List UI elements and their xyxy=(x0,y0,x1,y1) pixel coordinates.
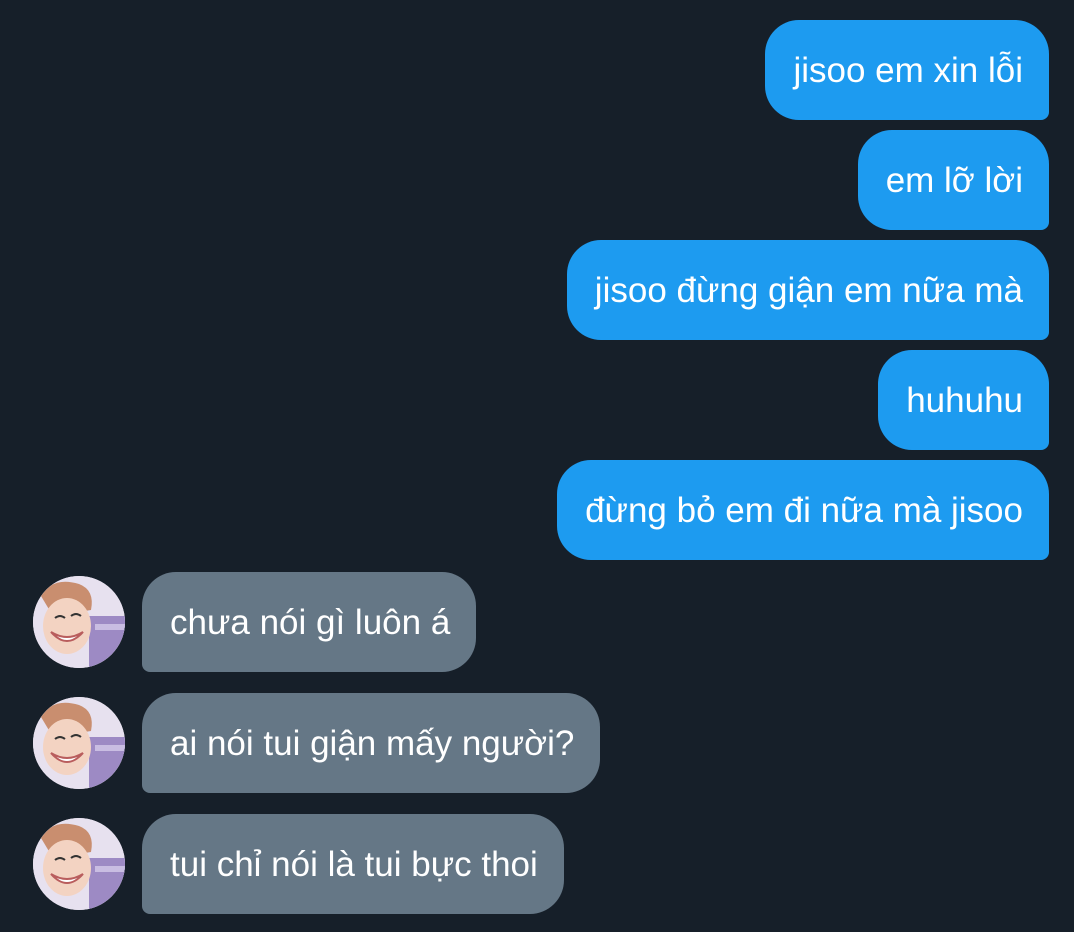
avatar-photo-icon xyxy=(33,576,125,668)
outgoing-message-bubble[interactable]: đừng bỏ em đi nữa mà jisoo xyxy=(557,460,1049,560)
message-text: tui chỉ nói là tui bực thoi xyxy=(170,844,538,884)
outgoing-message-bubble[interactable]: jisoo đừng giận em nữa mà xyxy=(566,240,1049,340)
avatar-photo-icon xyxy=(33,697,125,789)
outgoing-message-bubble[interactable]: huhuhu xyxy=(878,350,1049,450)
chat-thread: jisoo em xin lỗi em lỡ lời jisoo đừng gi… xyxy=(0,0,1074,932)
message-text: jisoo đừng giận em nữa mà xyxy=(594,270,1023,310)
incoming-message-bubble[interactable]: tui chỉ nói là tui bực thoi xyxy=(142,814,564,914)
message-text: ai nói tui giận mấy người? xyxy=(170,723,575,763)
message-text: chưa nói gì luôn á xyxy=(170,602,451,642)
user-avatar[interactable] xyxy=(33,818,125,910)
incoming-message-bubble[interactable]: ai nói tui giận mấy người? xyxy=(142,693,601,793)
message-text: đừng bỏ em đi nữa mà jisoo xyxy=(585,490,1023,530)
incoming-message-bubble[interactable]: chưa nói gì luôn á xyxy=(142,572,477,672)
message-text: jisoo em xin lỗi xyxy=(793,50,1023,90)
outgoing-message-bubble[interactable]: jisoo em xin lỗi xyxy=(765,20,1049,120)
message-text: huhuhu xyxy=(906,380,1023,420)
avatar-photo-icon xyxy=(33,818,125,910)
message-text: em lỡ lời xyxy=(885,160,1023,200)
user-avatar[interactable] xyxy=(33,697,125,789)
outgoing-message-bubble[interactable]: em lỡ lời xyxy=(857,130,1049,230)
user-avatar[interactable] xyxy=(33,576,125,668)
